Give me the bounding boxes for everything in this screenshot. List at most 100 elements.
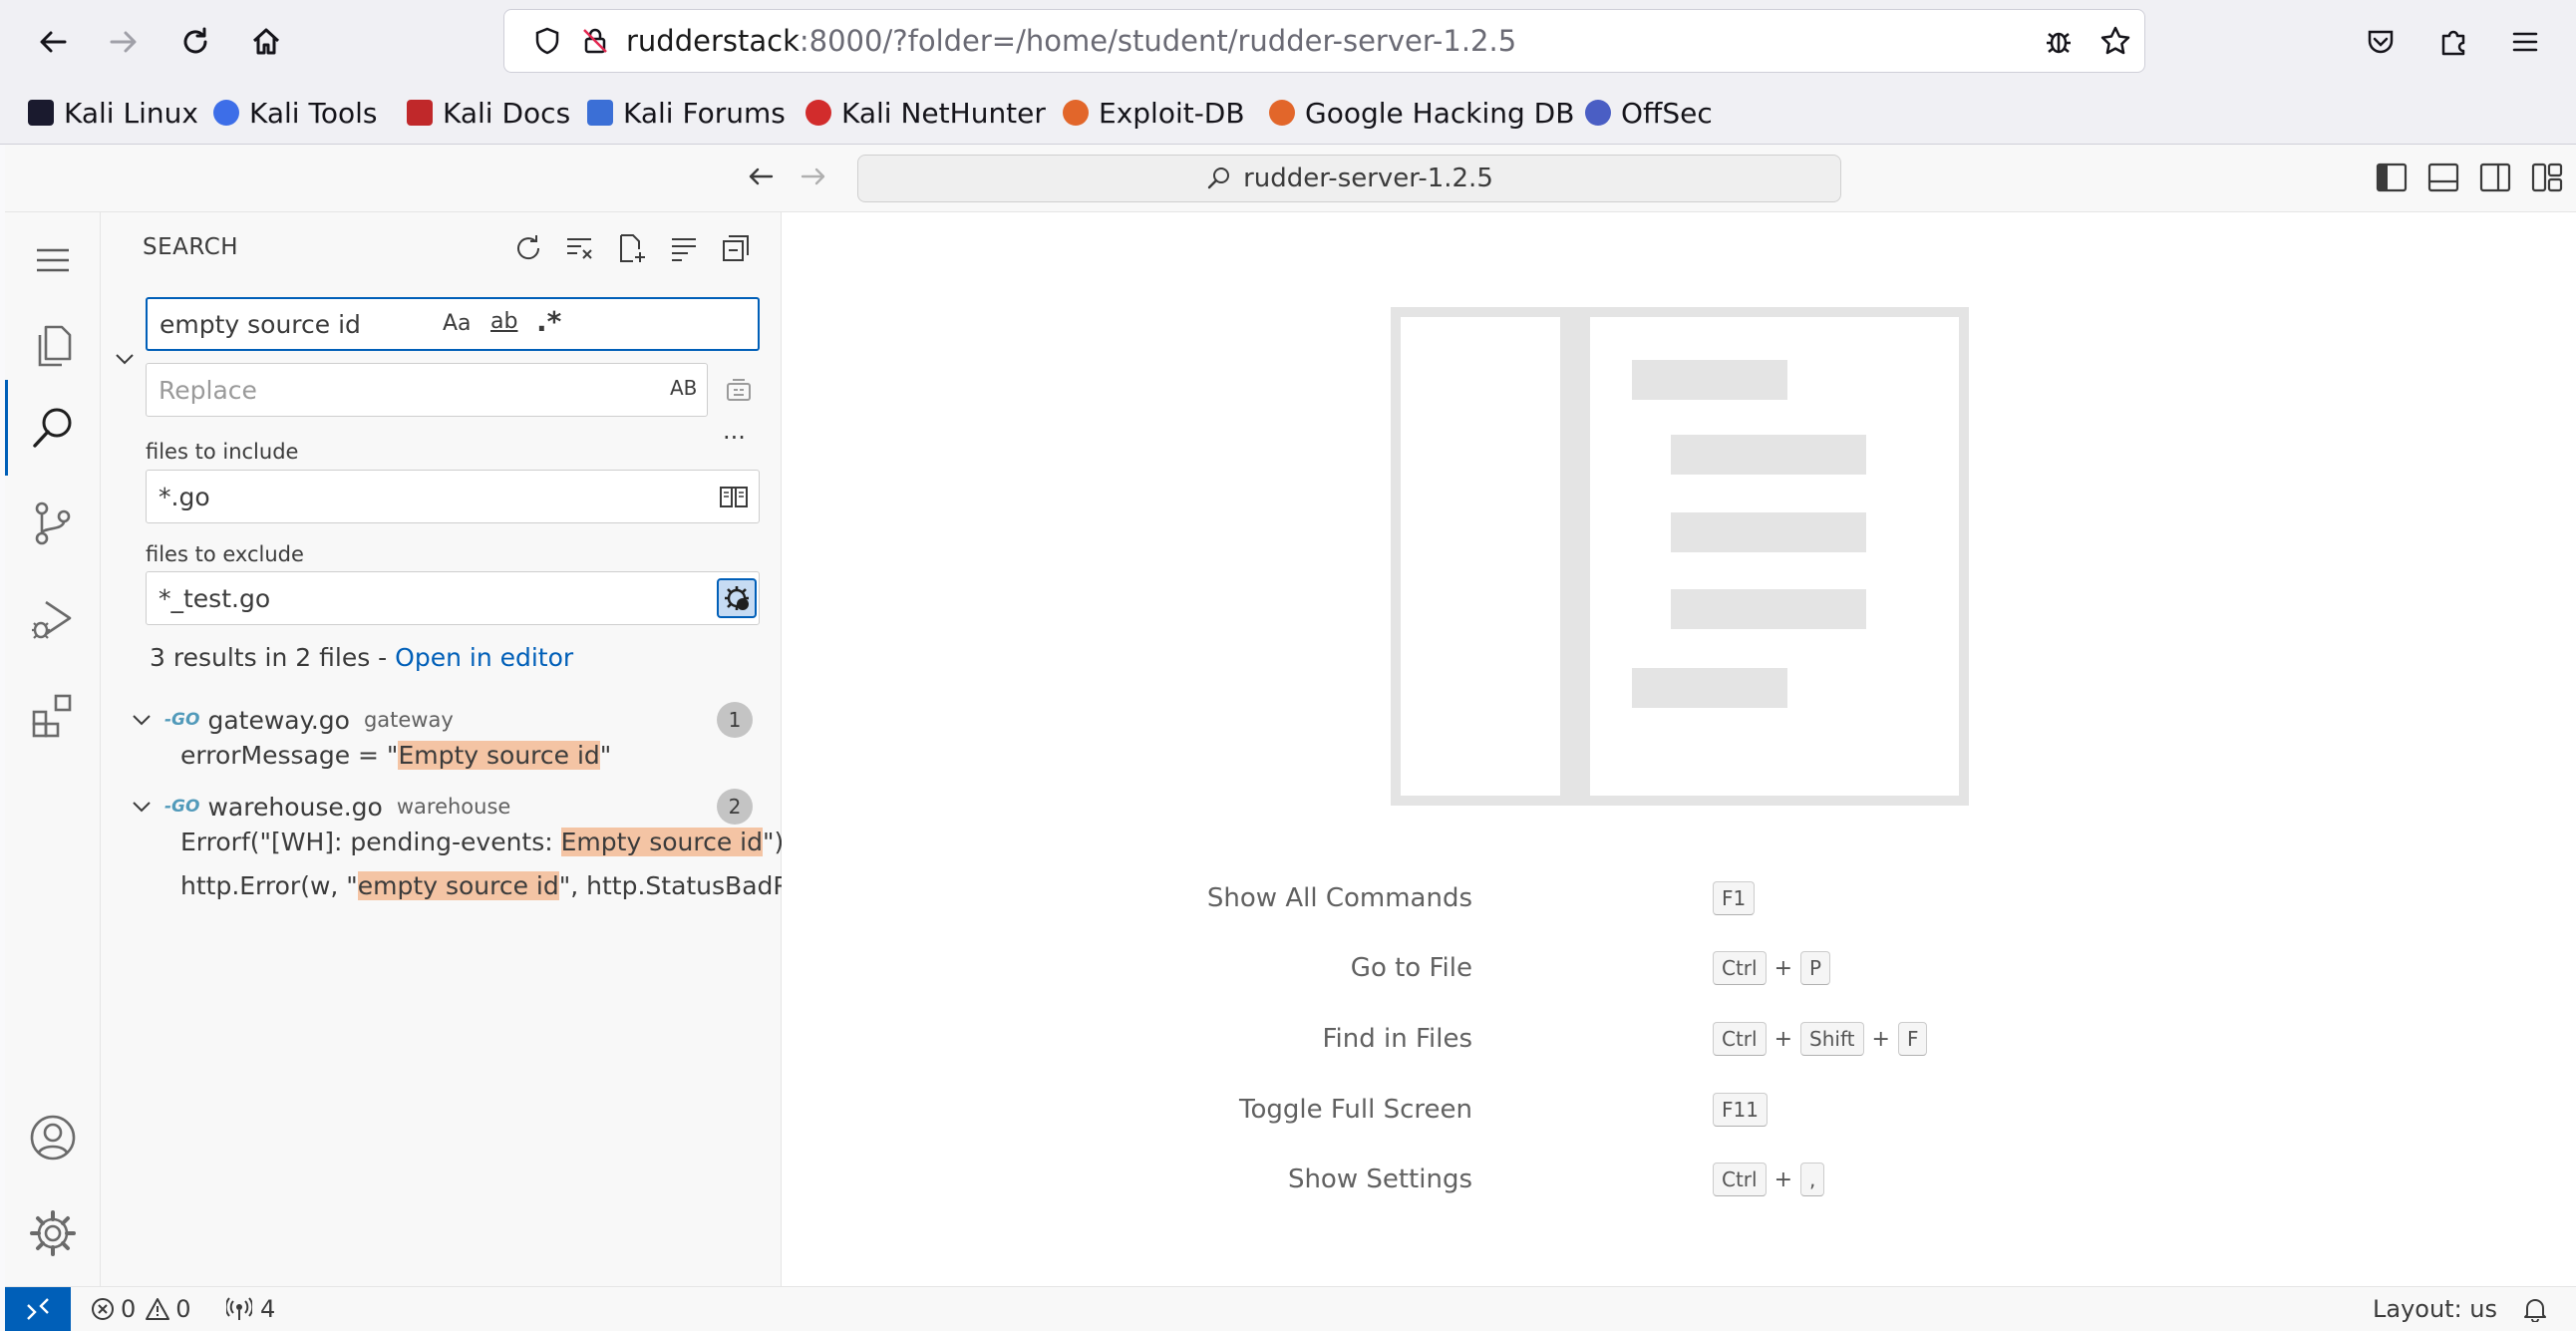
collapse-all-icon[interactable] bbox=[716, 228, 756, 268]
kali-dragon-icon bbox=[28, 100, 54, 126]
bookmark-offsec[interactable]: OffSec bbox=[1585, 90, 1713, 136]
go-back-icon[interactable] bbox=[745, 161, 777, 192]
bookmark-kali-nethunter[interactable]: Kali NetHunter bbox=[805, 90, 1046, 136]
file-name: warehouse.go bbox=[207, 792, 383, 822]
bookmark-google-hacking-db[interactable]: Google Hacking DB bbox=[1269, 90, 1574, 136]
forward-icon[interactable] bbox=[100, 18, 148, 66]
go-file-icon: -GO bbox=[164, 797, 200, 817]
bookmark-label: Kali Forums bbox=[623, 96, 786, 130]
customize-layout-icon[interactable] bbox=[2531, 163, 2563, 192]
extensions-icon[interactable] bbox=[2429, 18, 2477, 66]
accounts-icon[interactable] bbox=[5, 1090, 101, 1185]
key: F11 bbox=[1713, 1093, 1768, 1127]
ports-status[interactable]: 4 bbox=[226, 1287, 275, 1331]
bookmark-exploit-db[interactable]: Exploit-DB bbox=[1063, 90, 1245, 136]
toggle-primary-sidebar-icon[interactable] bbox=[2376, 163, 2408, 192]
match-prefix: http.Error(w, " bbox=[180, 871, 358, 900]
url-text[interactable]: rudderstack:8000/?folder=/home/student/r… bbox=[626, 10, 1516, 72]
replace-all-icon[interactable] bbox=[725, 376, 753, 404]
pocket-icon[interactable] bbox=[2357, 18, 2405, 66]
key: Ctrl bbox=[1713, 1163, 1767, 1196]
workspace-name: rudder-server-1.2.5 bbox=[1243, 164, 1493, 193]
result-file-warehouse[interactable]: -GO warehouse.go warehouse bbox=[131, 787, 759, 827]
hint-show-all-commands: Show All Commands F1 bbox=[782, 878, 2576, 918]
bug-icon[interactable] bbox=[2043, 25, 2075, 57]
hint-go-to-file: Go to File Ctrl + P bbox=[782, 948, 2576, 988]
bookmark-kali-docs[interactable]: Kali Docs bbox=[407, 90, 570, 136]
key: P bbox=[1800, 951, 1831, 985]
match-line[interactable]: http.Error(w, "empty source id", http.St… bbox=[180, 871, 829, 900]
search-icon[interactable] bbox=[5, 380, 101, 476]
match-line[interactable]: errorMessage = "Empty source id" bbox=[180, 741, 611, 770]
menu-icon[interactable] bbox=[2501, 18, 2549, 66]
source-control-icon[interactable] bbox=[5, 476, 101, 571]
key: F1 bbox=[1713, 881, 1756, 915]
hint-show-settings: Show Settings Ctrl +, bbox=[782, 1160, 2576, 1199]
search-query: empty source id bbox=[160, 309, 361, 339]
editor-area: Show All Commands F1 Go to File Ctrl + P F… bbox=[782, 212, 2576, 1286]
exclude-input[interactable]: *_test.go bbox=[146, 571, 760, 625]
bookmark-kali-forums[interactable]: Kali Forums bbox=[587, 90, 786, 136]
preserve-case-toggle[interactable]: AB bbox=[670, 376, 697, 400]
include-label: files to include bbox=[146, 440, 299, 464]
manage-gear-icon[interactable] bbox=[5, 1185, 101, 1281]
search-input[interactable]: empty source id Aa ab .* bbox=[146, 297, 760, 351]
match-line[interactable]: Errorf("[WH]: pending-events: Empty sour… bbox=[180, 828, 784, 856]
match-count-badge: 1 bbox=[717, 702, 753, 738]
more-options-ellipsis-icon[interactable]: ··· bbox=[723, 424, 746, 452]
whole-word-toggle[interactable]: ab bbox=[490, 309, 517, 334]
file-dir: gateway bbox=[363, 708, 454, 732]
include-input[interactable]: *.go bbox=[146, 470, 760, 523]
broadcast-icon bbox=[226, 1297, 252, 1321]
open-in-editor-link[interactable]: Open in editor bbox=[395, 643, 573, 672]
toggle-replace-chevron-icon[interactable] bbox=[113, 347, 137, 371]
hint-toggle-full-screen: Toggle Full Screen F11 bbox=[782, 1090, 2576, 1130]
hint-find-in-files: Find in Files Ctrl + Shift + F bbox=[782, 1019, 2576, 1059]
match-case-toggle[interactable]: Aa bbox=[443, 311, 472, 336]
url-path: :8000/?folder=/home/student/rudder-serve… bbox=[799, 24, 1517, 58]
command-center[interactable]: rudder-server-1.2.5 bbox=[857, 155, 1841, 202]
exclude-value: *_test.go bbox=[159, 583, 271, 613]
error-icon bbox=[91, 1297, 115, 1321]
hint-keys: Ctrl +, bbox=[1713, 1160, 1825, 1199]
bookmark-star-icon[interactable] bbox=[2099, 25, 2131, 57]
problems-status[interactable]: 0 0 bbox=[91, 1287, 191, 1331]
kali-forums-icon bbox=[587, 100, 613, 126]
new-search-editor-icon[interactable] bbox=[612, 228, 652, 268]
clear-results-icon[interactable] bbox=[560, 228, 600, 268]
url-host: rudderstack bbox=[626, 24, 800, 58]
shield-icon[interactable] bbox=[532, 26, 562, 56]
toggle-secondary-sidebar-icon[interactable] bbox=[2479, 163, 2511, 192]
back-icon[interactable] bbox=[29, 18, 77, 66]
reload-icon[interactable] bbox=[171, 18, 219, 66]
bookmark-kali-linux[interactable]: Kali Linux bbox=[28, 90, 198, 136]
bookmark-label: Exploit-DB bbox=[1099, 96, 1245, 130]
open-editors-only-book-icon[interactable] bbox=[719, 483, 749, 510]
remote-indicator-icon[interactable] bbox=[5, 1287, 71, 1331]
replace-input[interactable]: Replace AB bbox=[146, 363, 708, 417]
home-icon[interactable] bbox=[242, 18, 290, 66]
keyboard-layout[interactable]: Layout: us bbox=[2373, 1287, 2497, 1331]
status-bar: 0 0 4 Layout: us bbox=[5, 1286, 2576, 1331]
use-exclude-settings-gear-icon[interactable] bbox=[717, 578, 757, 618]
search-view: SEARCH empty source id Aa ab .* Replace … bbox=[101, 212, 829, 1286]
result-file-gateway[interactable]: -GO gateway.go gateway bbox=[131, 700, 759, 740]
toggle-panel-icon[interactable] bbox=[2427, 163, 2459, 192]
hint-keys: F1 bbox=[1713, 878, 1756, 918]
application-menu-icon[interactable] bbox=[5, 212, 101, 308]
regex-toggle[interactable]: .* bbox=[536, 305, 561, 338]
refresh-icon[interactable] bbox=[508, 228, 548, 268]
run-and-debug-icon[interactable] bbox=[5, 571, 101, 667]
notifications-bell-icon[interactable] bbox=[2522, 1296, 2548, 1322]
bookmarks-toolbar: Kali Linux Kali Tools Kali Docs Kali For… bbox=[0, 82, 2576, 144]
view-as-tree-icon[interactable] bbox=[664, 228, 704, 268]
extensions-view-icon[interactable] bbox=[5, 667, 101, 763]
match-suffix: " bbox=[599, 741, 612, 770]
kali-nethunter-icon bbox=[805, 100, 831, 126]
url-bar[interactable]: rudderstack:8000/?folder=/home/student/r… bbox=[503, 9, 2145, 73]
warning-icon bbox=[146, 1297, 170, 1321]
go-forward-icon[interactable] bbox=[798, 161, 829, 192]
bookmark-kali-tools[interactable]: Kali Tools bbox=[213, 90, 377, 136]
insecure-lock-icon[interactable] bbox=[580, 26, 610, 56]
results-count-text: 3 results in 2 files - bbox=[150, 643, 396, 672]
